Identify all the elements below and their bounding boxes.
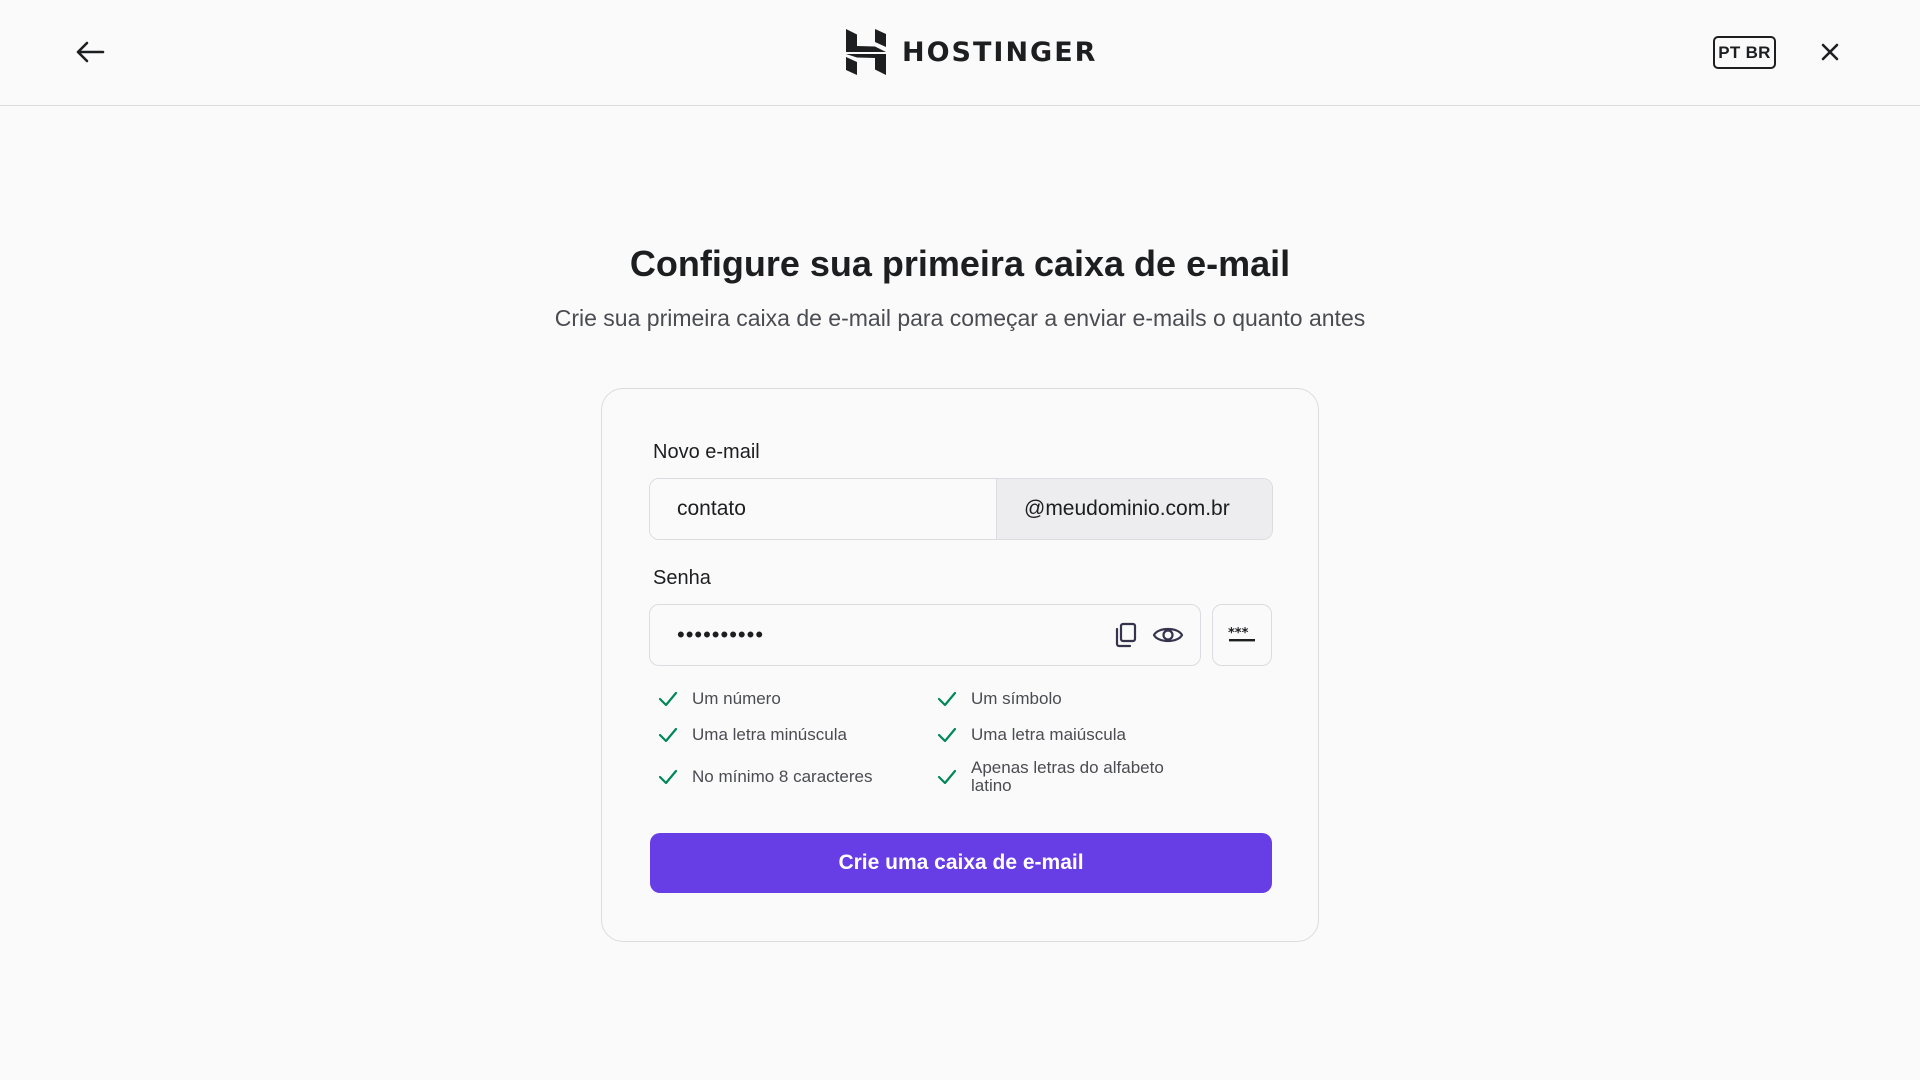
close-button[interactable] [1814, 36, 1846, 68]
hostinger-logo: HOSTINGER [846, 28, 1097, 76]
requirement-text: Apenas letras do alfabeto latino [971, 758, 1164, 795]
requirement-item: Um número [658, 690, 781, 708]
show-password-button[interactable] [1148, 615, 1188, 655]
brand-name: HOSTINGER [902, 36, 1098, 68]
mailbox-form-card: Novo e-mail @meudominio.com.br Senha *** [601, 388, 1319, 942]
check-icon [937, 727, 957, 743]
eye-icon [1152, 627, 1184, 643]
copy-password-button[interactable] [1106, 615, 1146, 655]
hostinger-logo-icon [846, 29, 886, 75]
requirement-item: Um símbolo [937, 690, 1062, 708]
back-button[interactable] [70, 34, 110, 70]
check-icon [658, 691, 678, 707]
arrow-left-icon [76, 41, 105, 63]
requirement-text: Uma letra minúscula [692, 725, 847, 744]
email-input[interactable] [650, 479, 996, 539]
top-bar: HOSTINGER PT BR [0, 0, 1920, 106]
create-mailbox-button[interactable]: Crie uma caixa de e-mail [650, 833, 1272, 893]
requirement-text: No mínimo 8 caracteres [692, 767, 873, 786]
svg-text:***: *** [1228, 627, 1249, 641]
requirement-text: Um número [692, 689, 781, 708]
password-field-group [649, 604, 1201, 666]
requirement-text: Um símbolo [971, 689, 1062, 708]
email-field-group: @meudominio.com.br [649, 478, 1273, 540]
check-icon [937, 769, 957, 785]
check-icon [658, 727, 678, 743]
requirement-item: No mínimo 8 caracteres [658, 768, 872, 786]
email-domain-suffix: @meudominio.com.br [996, 479, 1272, 539]
check-icon [658, 769, 678, 785]
close-icon [1821, 43, 1839, 61]
password-label: Senha [653, 567, 711, 589]
requirement-item: Uma letra minúscula [658, 726, 847, 744]
language-button[interactable]: PT BR [1713, 36, 1776, 69]
requirement-item: Apenas letras do alfabeto latino [937, 759, 1177, 795]
password-generate-icon: *** [1228, 627, 1255, 642]
password-input[interactable] [650, 605, 1106, 665]
email-label: Novo e-mail [653, 441, 760, 463]
page-title: Configure sua primeira caixa de e-mail [629, 243, 1291, 284]
copy-icon [1115, 622, 1137, 648]
check-icon [937, 691, 957, 707]
page-subtitle: Crie sua primeira caixa de e-mail para c… [554, 305, 1366, 331]
requirement-item: Uma letra maiúscula [937, 726, 1126, 744]
generate-password-button[interactable]: *** [1212, 604, 1272, 666]
requirement-text: Uma letra maiúscula [971, 725, 1126, 744]
